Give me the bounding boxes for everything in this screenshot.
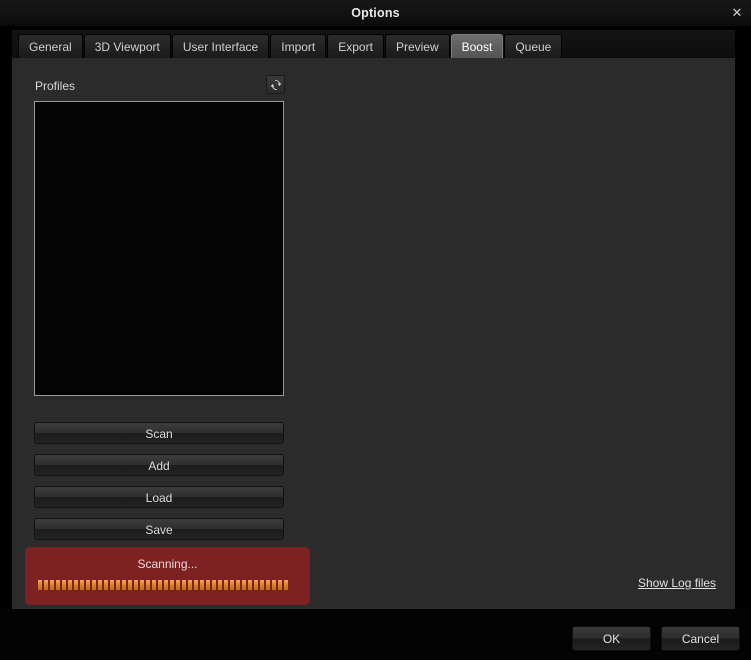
- progress-segment: [134, 580, 138, 590]
- progress-segment: [86, 580, 90, 590]
- close-icon[interactable]: ✕: [727, 3, 747, 23]
- scanning-status-text: Scanning...: [137, 557, 198, 571]
- window-title: Options: [351, 6, 400, 20]
- progress-segment: [278, 580, 282, 590]
- progress-segment: [170, 580, 174, 590]
- progress-segment: [50, 580, 54, 590]
- progress-segment: [182, 580, 186, 590]
- progress-segment: [98, 580, 102, 590]
- progress-segment: [122, 580, 126, 590]
- progress-segment: [200, 580, 204, 590]
- progress-segment: [146, 580, 150, 590]
- progress-segment: [80, 580, 84, 590]
- progress-segment: [116, 580, 120, 590]
- progress-segment: [212, 580, 216, 590]
- tab-queue[interactable]: Queue: [504, 34, 563, 58]
- progress-segment: [44, 580, 48, 590]
- tab-import[interactable]: Import: [270, 34, 327, 58]
- progress-segment: [62, 580, 66, 590]
- tab-preview[interactable]: Preview: [384, 34, 450, 58]
- progress-segment: [206, 580, 210, 590]
- progress-segment: [236, 580, 240, 590]
- dialog-footer: OK Cancel: [0, 609, 751, 660]
- progress-segment: [188, 580, 192, 590]
- options-dialog: Options ✕ General 3D Viewport User Interfa…: [0, 0, 751, 660]
- progress-segment: [140, 580, 144, 590]
- progress-segment: [164, 580, 168, 590]
- save-button[interactable]: Save: [34, 518, 284, 540]
- scanning-progress-bar: [38, 580, 297, 590]
- title-bar: Options ✕: [0, 0, 751, 26]
- profiles-listbox[interactable]: [34, 101, 284, 396]
- cancel-button[interactable]: Cancel: [661, 626, 740, 651]
- profiles-label: Profiles: [35, 79, 76, 93]
- load-button[interactable]: Load: [34, 486, 284, 508]
- progress-segment: [248, 580, 252, 590]
- tab-strip: General 3D Viewport User Interface Import Ex…: [12, 30, 735, 58]
- progress-segment: [272, 580, 276, 590]
- tab-user-interface[interactable]: User Interface: [171, 34, 270, 58]
- tab-boost[interactable]: Boost: [450, 34, 504, 58]
- progress-segment: [110, 580, 114, 590]
- progress-segment: [104, 580, 108, 590]
- progress-segment: [194, 580, 198, 590]
- refresh-profiles-button[interactable]: [266, 75, 285, 94]
- progress-segment: [68, 580, 72, 590]
- progress-segment: [266, 580, 270, 590]
- progress-segment: [56, 580, 60, 590]
- tab-3d-viewport[interactable]: 3D Viewport: [83, 34, 171, 58]
- scan-button[interactable]: Scan: [34, 422, 284, 444]
- tab-export[interactable]: Export: [327, 34, 384, 58]
- add-button[interactable]: Add: [34, 454, 284, 476]
- progress-segment: [152, 580, 156, 590]
- boost-settings-panel: Profiles Scan Add Load Save Scanning... …: [12, 58, 735, 609]
- progress-segment: [254, 580, 258, 590]
- show-log-files-link[interactable]: Show Log files: [638, 576, 716, 590]
- tab-list: General 3D Viewport User Interface Import Ex…: [18, 32, 563, 58]
- progress-segment: [242, 580, 246, 590]
- progress-segment: [128, 580, 132, 590]
- progress-segment: [158, 580, 162, 590]
- progress-segment: [230, 580, 234, 590]
- scanning-status-panel: Scanning...: [25, 547, 310, 605]
- progress-segment: [92, 580, 96, 590]
- progress-segment: [218, 580, 222, 590]
- ok-button[interactable]: OK: [572, 626, 651, 651]
- refresh-icon: [270, 79, 281, 90]
- progress-segment: [38, 580, 42, 590]
- progress-segment: [260, 580, 264, 590]
- tab-general[interactable]: General: [18, 34, 83, 58]
- progress-segment: [224, 580, 228, 590]
- progress-segment: [176, 580, 180, 590]
- progress-segment: [284, 580, 288, 590]
- progress-segment: [74, 580, 78, 590]
